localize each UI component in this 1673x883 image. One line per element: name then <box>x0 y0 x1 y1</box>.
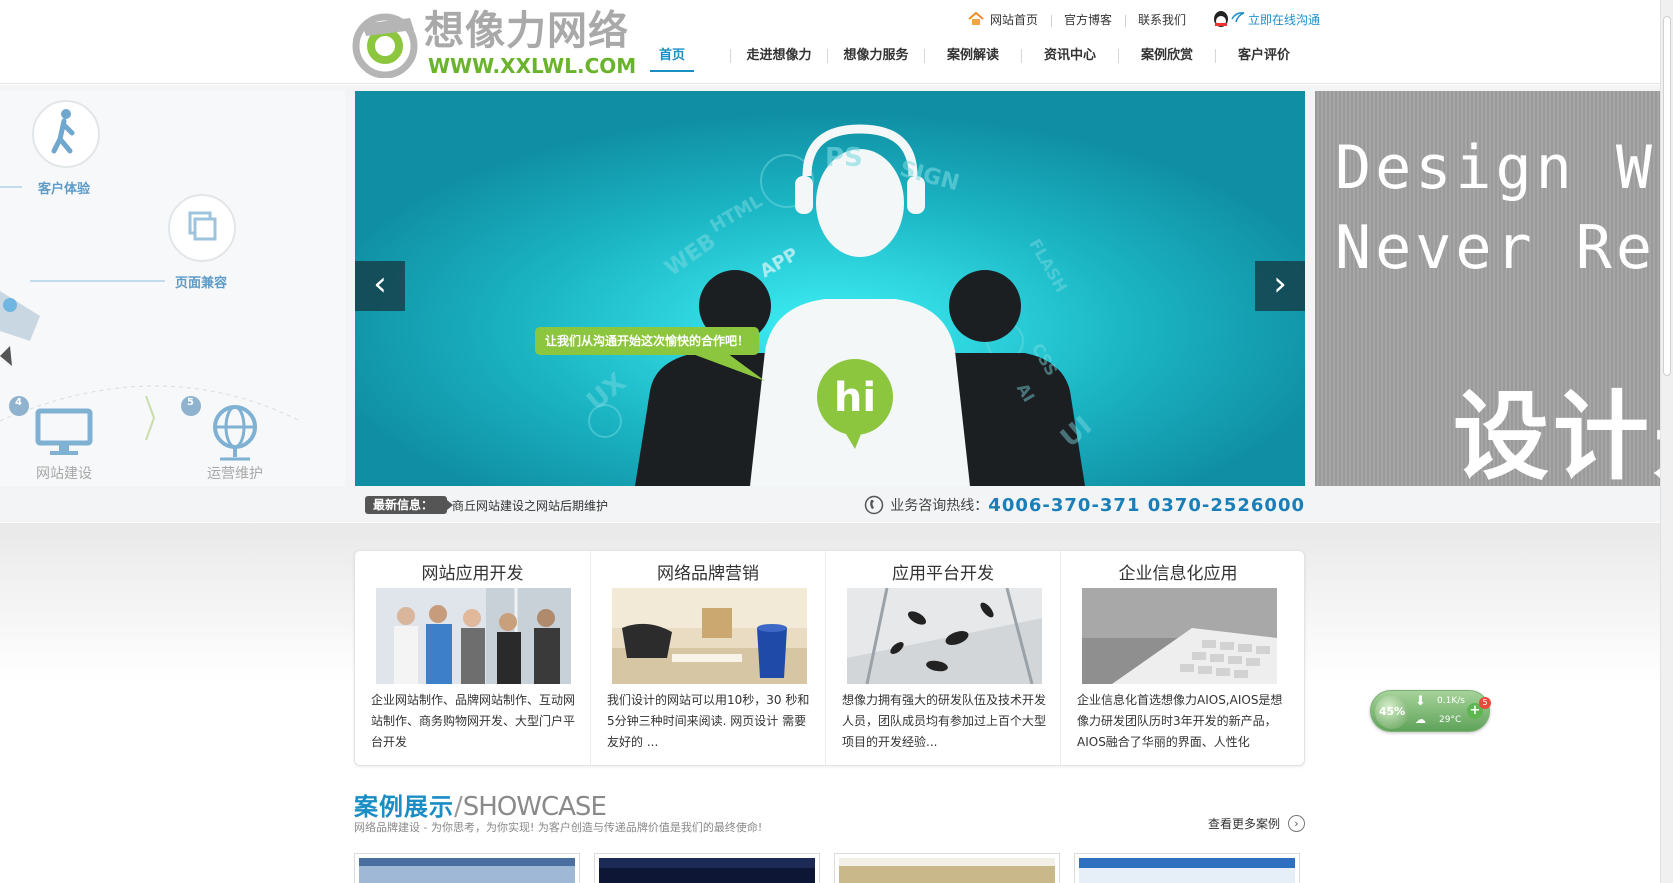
view-more-label: 查看更多案例 <box>1207 817 1280 831</box>
widget-speed: 0.1K/s <box>1437 696 1465 706</box>
nav-item-news[interactable]: 资讯中心 <box>1022 44 1118 68</box>
design-text-line2: Never Re <box>1335 213 1656 283</box>
service-desc: 企业信息化首选想像力AIOS,AIOS是想像力研发团队历时3年开发的新产品，AI… <box>1077 693 1283 749</box>
nav-item-reviews[interactable]: 客户评价 <box>1216 44 1312 68</box>
case-thumbnail[interactable] <box>1074 853 1300 883</box>
showcase-title-en: SHOWCASE <box>462 792 607 822</box>
service-image-abstract <box>847 588 1042 684</box>
showcase-section: 案例展示/SHOWCASE 网络品牌建设 - 为你思考，为你实现! 为客户创造与… <box>354 787 1305 837</box>
service-title: 应用平台开发 <box>892 564 994 584</box>
home-link-label: 网站首页 <box>990 12 1039 27</box>
step-badge-5: 5 <box>187 397 194 408</box>
main-nav: 首页 走进想像力 想像力服务 案例解读 资讯中心 案例欣赏 客户评价 <box>650 44 1312 74</box>
service-desc: 我们设计的网站可以用10秒，30 秒和5分钟三种时间来阅读. 网页设计 需要 友… <box>607 693 810 749</box>
case-thumbnails <box>354 853 1305 883</box>
service-image-keyboard <box>1082 588 1277 684</box>
service-image-office <box>612 588 807 684</box>
hotline-label: 业务咨询热线： <box>890 498 989 514</box>
label-site-building: 网站建设 <box>36 466 92 482</box>
page-scrollbar[interactable] <box>1660 16 1673 883</box>
showcase-title-slash: / <box>454 792 463 822</box>
qq-icon <box>1214 11 1245 27</box>
home-link[interactable]: 网站首页 <box>955 11 1051 28</box>
banner-right-preview[interactable]: Design W Never Re 设计是 <box>1315 91 1660 486</box>
service-card-enterprise-it[interactable]: 企业信息化应用 企业信息化首选想像力AIOS,AIOS是想像力研发团队历时3年开… <box>1060 551 1295 767</box>
service-title: 网络品牌营销 <box>657 564 759 584</box>
scrollbar-thumb[interactable] <box>1663 16 1671 376</box>
latest-news-link[interactable]: 商丘网站建设之网站后期维护 <box>452 497 608 514</box>
process-diagram-art <box>0 100 301 461</box>
step-badge-4: 4 <box>15 397 22 408</box>
slide-speech-bubble: 让我们从沟通开始这次愉快的合作吧！ <box>535 327 760 355</box>
site-header: 想像力网络 WWW.XXLWL.COM 网站首页 官方博客 联系我们 立即在线沟… <box>0 0 1673 84</box>
contact-link[interactable]: 联系我们 <box>1125 11 1199 28</box>
slide-next-button[interactable]: › <box>1255 261 1305 311</box>
online-chat-label: 立即在线沟通 <box>1248 12 1321 27</box>
service-card-web-dev[interactable]: 网站应用开发 企业网站制作、品牌网站制作、互动网站制作、商务购物网开发、大型门户… <box>355 551 590 767</box>
logo-mark-icon <box>352 13 418 78</box>
service-desc: 想像力拥有强大的研发队伍及技术开发人员，团队成员均有参加过上百个大型项目的开发经… <box>842 693 1047 749</box>
nav-item-services[interactable]: 想像力服务 <box>828 44 924 68</box>
showcase-title-cn: 案例展示 <box>354 793 454 821</box>
case-thumbnail[interactable] <box>354 853 580 883</box>
hotline: 业务咨询热线： 4006-370-371 0370-2526000 <box>864 493 1305 517</box>
word-ps: PS <box>825 143 863 173</box>
contact-link-label: 联系我们 <box>1138 12 1187 27</box>
network-monitor-widget[interactable]: 45% ⬇ 0.1K/s ☁ 29°C + 5 <box>1370 690 1491 732</box>
hero-illustration: hi PS SIGN HTML WEB APP UX UI FLASH CSS … <box>355 91 1305 486</box>
latest-news-tag: 最新信息： <box>365 496 454 514</box>
blog-link[interactable]: 官方博客 <box>1051 11 1125 28</box>
service-card-platform-dev[interactable]: 应用平台开发 想像力拥有强大的研发队伍及技术开发人员，团队成员均有参加过上百个大… <box>825 551 1060 767</box>
weather-cloud-icon: ☁ <box>1415 713 1426 726</box>
nav-item-home[interactable]: 首页 <box>650 44 694 72</box>
chevron-left-icon: ‹ <box>373 264 387 304</box>
home-icon <box>968 12 984 25</box>
widget-badge: 5 <box>1479 697 1491 709</box>
service-title: 网站应用开发 <box>421 564 524 584</box>
download-arrow-icon: ⬇ <box>1415 694 1426 709</box>
slide-prev-button[interactable]: ‹ <box>355 261 405 311</box>
service-title: 企业信息化应用 <box>1118 564 1238 584</box>
label-operation: 运营维护 <box>207 466 263 482</box>
design-text-line1: Design W <box>1335 133 1656 203</box>
widget-temperature: 29°C <box>1439 715 1462 725</box>
service-desc: 企业网站制作、品牌网站制作、互动网站制作、商务购物网开发、大型门户平台开发 <box>371 693 576 749</box>
service-card-brand-marketing[interactable]: 网络品牌营销 我们设计的网站可以用10秒，30 秒和5分钟三种时间来阅读. 网页… <box>590 551 825 767</box>
hi-text: hi <box>834 375 876 421</box>
news-bar: 最新信息： 商丘网站建设之网站后期维护 业务咨询热线： 4006-370-371… <box>355 491 1305 519</box>
showcase-title: 案例展示/SHOWCASE <box>354 787 607 822</box>
design-text-cn: 设计是 <box>1453 381 1660 486</box>
blog-link-label: 官方博客 <box>1064 12 1113 27</box>
case-thumbnail[interactable] <box>594 853 820 883</box>
showcase-subtitle: 网络品牌建设 - 为你思考，为你实现! 为客户创造与传递品牌价值是我们的最终使命… <box>354 821 763 834</box>
widget-percent: 45% <box>1375 695 1409 729</box>
service-image-people <box>376 588 571 684</box>
nav-item-case-analysis[interactable]: 案例解读 <box>925 44 1021 68</box>
online-chat-link[interactable]: 立即在线沟通 <box>1199 10 1333 28</box>
services-panel: 网站应用开发 企业网站制作、品牌网站制作、互动网站制作、商务购物网开发、大型门户… <box>354 550 1305 767</box>
top-links: 网站首页 官方博客 联系我们 立即在线沟通 <box>955 9 1333 29</box>
nav-item-cases[interactable]: 案例欣赏 <box>1119 44 1215 68</box>
label-customer-experience: 客户体验 <box>38 182 91 197</box>
view-more-cases-link[interactable]: 查看更多案例 › <box>1208 815 1305 832</box>
banner-left-preview[interactable]: 客户体验 页面兼容 网站建设 运营维护 4 5 <box>0 91 345 486</box>
case-thumbnail[interactable] <box>834 853 1060 883</box>
logo-domain-text: WWW.XXLWL.COM <box>428 54 637 78</box>
hotline-number: 4006-370-371 0370-2526000 <box>988 494 1305 516</box>
chevron-right-icon: › <box>1273 264 1287 304</box>
logo-chinese-text: 想像力网络 <box>424 8 629 54</box>
phone-icon <box>865 495 884 515</box>
site-logo[interactable]: 想像力网络 WWW.XXLWL.COM <box>352 8 636 80</box>
scrollbar-top <box>1660 0 1673 16</box>
arrow-circle-icon: › <box>1288 815 1305 832</box>
label-page-compat: 页面兼容 <box>175 276 228 291</box>
nav-item-about[interactable]: 走进想像力 <box>731 44 827 68</box>
hero-slide[interactable]: hi PS SIGN HTML WEB APP UX UI FLASH CSS … <box>355 91 1305 486</box>
